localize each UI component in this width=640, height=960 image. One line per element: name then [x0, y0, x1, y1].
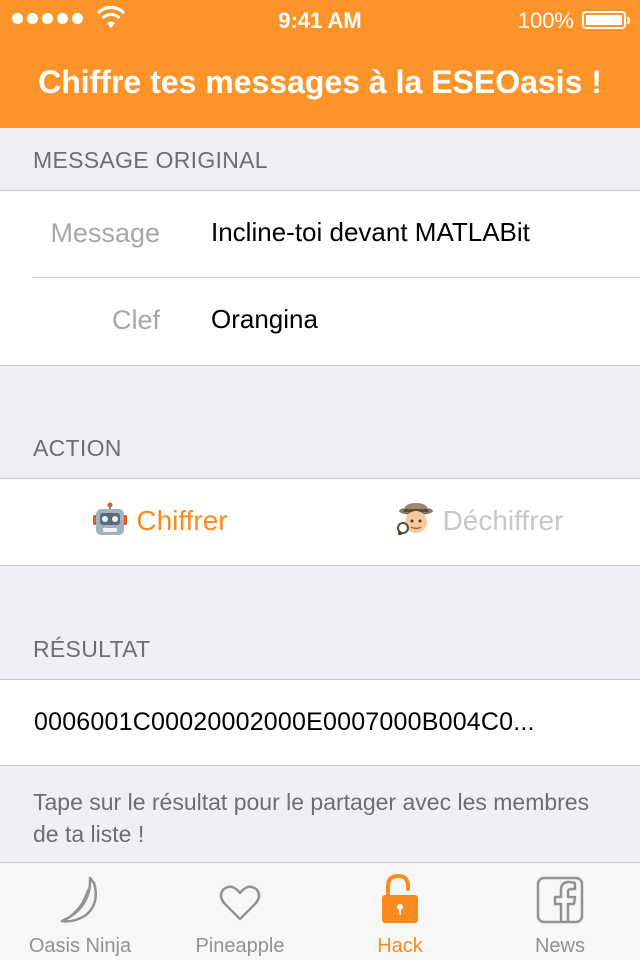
status-bar: 9:41 AM 100% [0, 0, 640, 40]
section-header-original: MESSAGE ORIGINAL [33, 147, 268, 173]
result-hint: Tape sur le résultat pour le partager av… [33, 789, 590, 847]
key-field[interactable]: Orangina [211, 304, 318, 335]
tab-pineapple[interactable]: Pineapple [160, 863, 320, 960]
decipher-button[interactable]: Déchiffrer [320, 502, 640, 543]
page-title: Chiffre tes messages à la ESEOasis ! [38, 64, 602, 100]
banana-icon [60, 876, 97, 923]
original-message-group: Message Incline-toi devant MATLABit Clef… [0, 190, 640, 366]
heart-icon [219, 885, 261, 921]
section-header-result: RÉSULTAT [33, 636, 151, 662]
message-label: Message [50, 218, 160, 248]
unlock-icon [382, 873, 418, 923]
cipher-button[interactable]: Chiffrer [0, 502, 320, 543]
cipher-label: Chiffrer [136, 504, 228, 536]
navigation-bar: Chiffre tes messages à la ESEOasis ! [0, 40, 640, 128]
tab-label: Oasis Ninja [28, 935, 132, 957]
tab-label: Hack [377, 935, 423, 957]
robot-icon [92, 502, 128, 543]
tab-label: Pineapple [195, 935, 285, 957]
result-value[interactable]: 0006001C00020002000E0007000B004C0... [34, 708, 626, 737]
tab-oasis-ninja[interactable]: Oasis Ninja [0, 863, 160, 960]
tab-bar: Oasis Ninja Pineapple Hack News [0, 862, 640, 960]
detective-icon [396, 502, 435, 543]
battery-icon [582, 11, 630, 29]
message-row[interactable]: Message Incline-toi devant MATLABit [0, 191, 640, 278]
section-header-action: ACTION [33, 435, 122, 461]
key-label: Clef [111, 305, 160, 335]
result-group[interactable]: 0006001C00020002000E0007000B004C0... [0, 679, 640, 766]
facebook-icon [536, 876, 584, 924]
battery-percentage: 100% [517, 8, 574, 33]
key-row[interactable]: Clef Orangina [0, 278, 640, 365]
tab-label: News [534, 935, 585, 957]
tab-hack[interactable]: Hack [320, 863, 480, 960]
message-field[interactable]: Incline-toi devant MATLABit [211, 217, 530, 248]
tab-news[interactable]: News [480, 863, 640, 960]
action-group: Chiffrer Déchiffrer [0, 478, 640, 566]
decipher-label: Déchiffrer [442, 504, 564, 536]
